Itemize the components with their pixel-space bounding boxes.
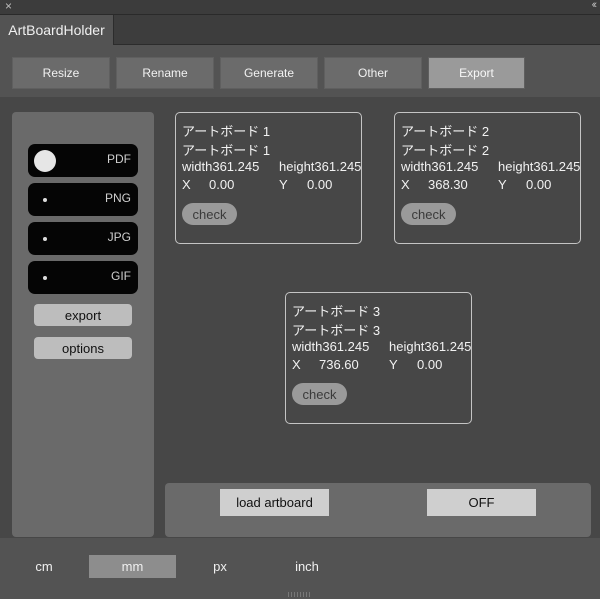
- artboard-width: width361.245: [182, 159, 260, 174]
- jpg-label: JPG: [107, 230, 131, 244]
- generate-button[interactable]: Generate: [220, 57, 318, 89]
- y-value: 0.00: [307, 177, 333, 192]
- close-icon[interactable]: ×: [5, 0, 12, 13]
- artboard-card-2: アートボード 2 アートボード 2 width361.245 height361…: [394, 112, 581, 244]
- pdf-toggle[interactable]: PDF: [28, 144, 138, 177]
- resize-button[interactable]: Resize: [12, 57, 110, 89]
- toggle-dot-icon: [43, 237, 47, 241]
- unit-mm[interactable]: mm: [89, 555, 176, 578]
- artboard-name-alt: アートボード 1: [182, 143, 271, 158]
- artboard-name: アートボード 1: [182, 124, 271, 139]
- rename-button[interactable]: Rename: [116, 57, 214, 89]
- x-label: X: [292, 357, 301, 372]
- export-tab-button[interactable]: Export: [428, 57, 525, 89]
- check-button[interactable]: check: [292, 383, 347, 405]
- y-label: Y: [279, 177, 288, 192]
- artboard-name: アートボード 3: [292, 304, 381, 319]
- other-button[interactable]: Other: [324, 57, 422, 89]
- check-button[interactable]: check: [401, 203, 456, 225]
- artboard-height: height361.245: [389, 339, 472, 354]
- artboard-height: height361.245: [498, 159, 581, 174]
- y-label: Y: [498, 177, 507, 192]
- load-artboard-button[interactable]: load artboard: [220, 489, 329, 516]
- artboard-name: アートボード 2: [401, 124, 490, 139]
- artboard-name-alt: アートボード 3: [292, 323, 381, 338]
- export-button[interactable]: export: [34, 304, 132, 326]
- pdf-label: PDF: [107, 152, 131, 166]
- y-label: Y: [389, 357, 398, 372]
- artboard-name-alt: アートボード 2: [401, 143, 490, 158]
- resize-grip-icon[interactable]: [288, 592, 312, 597]
- artboard-height: height361.245: [279, 159, 362, 174]
- unit-inch[interactable]: inch: [275, 555, 339, 578]
- jpg-toggle[interactable]: JPG: [28, 222, 138, 255]
- artboard-card-3: アートボード 3 アートボード 3 width361.245 height361…: [285, 292, 472, 424]
- check-button[interactable]: check: [182, 203, 237, 225]
- artboard-card-1: アートボード 1 アートボード 1 width361.245 height361…: [175, 112, 362, 244]
- bottom-action-bar: load artboard OFF: [165, 483, 591, 537]
- x-label: X: [182, 177, 191, 192]
- tab-artboardholder[interactable]: ArtBoardHolder: [0, 15, 114, 45]
- collapse-icon[interactable]: ‹‹: [592, 0, 598, 11]
- unit-cm[interactable]: cm: [12, 555, 76, 578]
- toggle-dot-icon: [43, 276, 47, 280]
- artboard-width: width361.245: [401, 159, 479, 174]
- x-value: 0.00: [209, 177, 235, 192]
- gif-toggle[interactable]: GIF: [28, 261, 138, 294]
- x-label: X: [401, 177, 410, 192]
- toggle-knob-icon: [34, 150, 56, 172]
- options-button[interactable]: options: [34, 337, 132, 359]
- off-toggle-button[interactable]: OFF: [427, 489, 536, 516]
- png-label: PNG: [104, 191, 131, 205]
- gif-label: GIF: [111, 269, 131, 283]
- x-value: 368.30: [428, 177, 468, 192]
- panel-titlebar: × ‹‹: [0, 0, 600, 15]
- tab-strip: ArtBoardHolder: [0, 15, 600, 45]
- png-toggle[interactable]: PNG: [28, 183, 138, 216]
- artboard-width: width361.245: [292, 339, 370, 354]
- y-value: 0.00: [417, 357, 443, 372]
- unit-px[interactable]: px: [188, 555, 252, 578]
- toggle-dot-icon: [43, 198, 47, 202]
- x-value: 736.60: [319, 357, 359, 372]
- y-value: 0.00: [526, 177, 552, 192]
